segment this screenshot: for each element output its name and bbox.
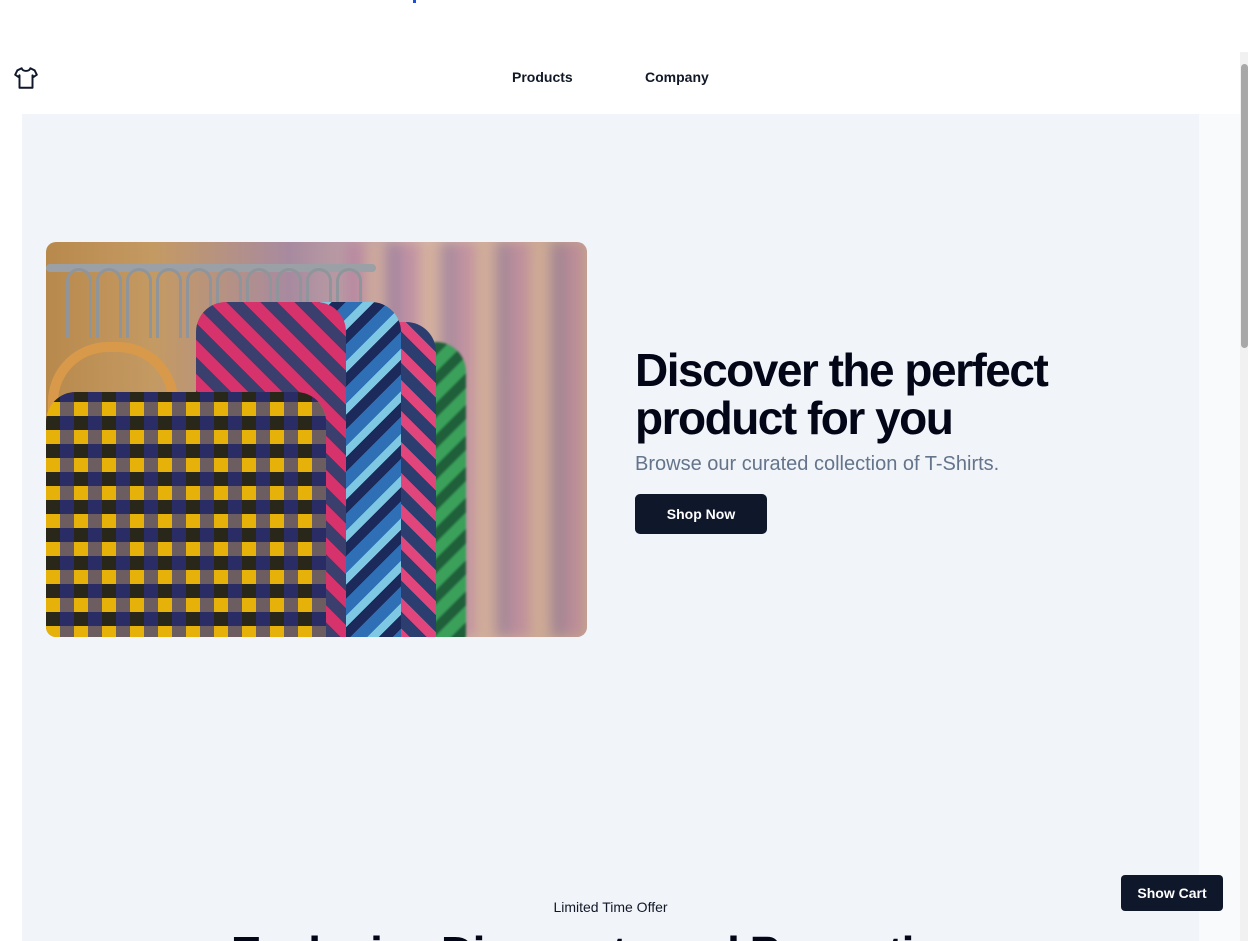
nav-company[interactable]: Company: [645, 69, 709, 85]
hero-subtitle: Browse our curated collection of T-Shirt…: [635, 453, 1000, 475]
scrollbar-thumb[interactable]: [1241, 64, 1248, 348]
page: Products Company Discover the perfect pr…: [0, 0, 1248, 941]
hanger: [96, 268, 122, 338]
shirt-yellow-blue: [46, 392, 326, 637]
tshirt-icon[interactable]: [13, 65, 39, 91]
top-artifact: [413, 0, 416, 3]
hanger: [126, 268, 152, 338]
nav-products[interactable]: Products: [512, 69, 573, 85]
hero-image: [46, 242, 587, 637]
hero-title: Discover the perfect product for you: [635, 344, 1049, 444]
right-gutter: [1199, 114, 1240, 941]
hanger: [156, 268, 182, 338]
shop-now-button[interactable]: Shop Now: [635, 494, 767, 534]
offer-label: Limited Time Offer: [553, 899, 668, 915]
show-cart-button[interactable]: Show Cart: [1121, 875, 1223, 911]
hanger: [66, 268, 92, 338]
hero-section: Discover the perfect product for you Bro…: [22, 114, 1199, 941]
offer-heading: Exclusive Discounts and Promotions: [22, 926, 1199, 941]
site-header: Products Company: [0, 40, 1240, 114]
